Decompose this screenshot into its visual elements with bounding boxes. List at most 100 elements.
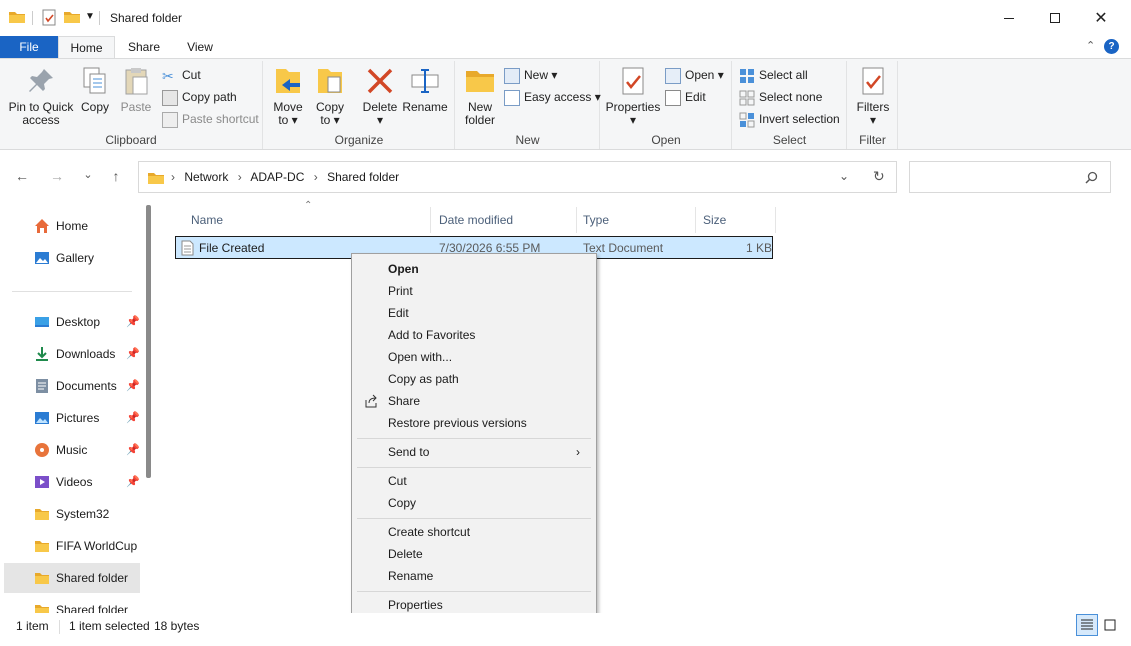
nav-item-shared-folder-2[interactable]: Shared folder	[4, 595, 140, 613]
pin-icon[interactable]: 📌	[126, 435, 140, 465]
search-box[interactable]	[909, 161, 1111, 193]
menu-item-open[interactable]: Open	[356, 258, 592, 280]
pin-icon[interactable]: 📌	[126, 307, 140, 337]
properties-quick-access-icon[interactable]	[41, 9, 57, 26]
nav-item-shared-folder[interactable]: Shared folder	[4, 563, 140, 593]
nav-item-music[interactable]: Music 📌	[4, 435, 140, 465]
scissors-icon: ✂	[162, 67, 174, 84]
edit-button[interactable]: Edit	[665, 87, 706, 107]
paste-button[interactable]: Paste	[118, 65, 154, 114]
clipboard-group-label: Clipboard	[105, 133, 157, 147]
forward-arrow-icon: →	[50, 168, 64, 184]
properties-button[interactable]: Properties ▾	[605, 65, 661, 127]
minimize-button[interactable]	[986, 0, 1032, 36]
customize-quick-access-icon[interactable]: ▼	[85, 11, 95, 22]
nav-item-documents[interactable]: Documents 📌	[4, 371, 140, 401]
pin-icon[interactable]: 📌	[126, 339, 140, 369]
collapse-ribbon-icon[interactable]: ⌃	[1086, 39, 1095, 52]
column-header-date[interactable]: Date modified	[434, 207, 577, 233]
pin-icon[interactable]: 📌	[126, 467, 140, 497]
help-icon[interactable]: ?	[1104, 39, 1119, 54]
nav-item-gallery[interactable]: Gallery	[4, 243, 140, 273]
up-button[interactable]: ↑	[106, 168, 126, 188]
menu-item-edit[interactable]: Edit	[356, 302, 592, 324]
divider	[32, 11, 33, 25]
new-item-button[interactable]: New ▾	[504, 65, 557, 85]
column-header-name[interactable]: Name	[186, 207, 431, 233]
back-button[interactable]: ←	[12, 168, 32, 188]
new-folder-quick-access-icon[interactable]	[63, 9, 81, 25]
nav-item-downloads[interactable]: Downloads 📌	[4, 339, 140, 369]
minimize-icon	[1004, 17, 1014, 19]
pin-icon[interactable]: 📌	[126, 371, 140, 401]
search-input[interactable]	[914, 166, 1074, 188]
column-header-type[interactable]: Type	[578, 207, 696, 233]
breadcrumb-network[interactable]: Network	[184, 170, 228, 184]
filters-button[interactable]: Filters ▾	[852, 65, 894, 127]
column-header-size[interactable]: Size	[698, 207, 776, 233]
large-icons-view-icon	[1104, 619, 1116, 631]
nav-item-label: Gallery	[56, 251, 95, 265]
move-to-icon	[276, 69, 300, 93]
nav-item-desktop[interactable]: Desktop 📌	[4, 307, 140, 337]
address-bar[interactable]: › Network › ADAP-DC › Shared folder ⌄ ↻	[138, 161, 897, 193]
address-dropdown-icon[interactable]: ⌄	[839, 169, 849, 183]
pin-to-quick-access-button[interactable]: Pin to Quick access	[6, 65, 76, 127]
tab-file[interactable]: File	[0, 36, 58, 58]
paste-shortcut-button[interactable]: Paste shortcut	[162, 109, 259, 129]
clipboard-group: Pin to Quick access Copy Paste ✂ Cut Copy…	[0, 61, 263, 149]
easy-access-button[interactable]: Easy access ▾	[504, 87, 601, 107]
menu-item-delete[interactable]: Delete	[356, 543, 592, 565]
delete-button[interactable]: Delete ▾	[360, 65, 400, 127]
copy-button[interactable]: Copy	[78, 65, 112, 114]
tab-share[interactable]: Share	[116, 36, 172, 58]
open-button[interactable]: Open ▾	[665, 65, 724, 85]
invert-selection-button[interactable]: Invert selection	[739, 109, 840, 129]
menu-item-restore-previous-versions[interactable]: Restore previous versions	[356, 412, 592, 434]
details-view-button[interactable]	[1076, 614, 1098, 636]
menu-item-copy-as-path[interactable]: Copy as path	[356, 368, 592, 390]
menu-item-open-with[interactable]: Open with...	[356, 346, 592, 368]
menu-item-print[interactable]: Print	[356, 280, 592, 302]
navigation-scrollbar[interactable]	[146, 205, 151, 478]
nav-item-pictures[interactable]: Pictures 📌	[4, 403, 140, 433]
folder-icon	[35, 541, 49, 552]
recent-locations-button[interactable]: ⌄	[78, 168, 98, 188]
refresh-icon[interactable]: ↻	[873, 168, 885, 185]
select-group-label: Select	[772, 133, 807, 147]
menu-item-share[interactable]: Share	[356, 390, 592, 412]
tab-home[interactable]: Home	[58, 36, 115, 59]
nav-item-home[interactable]: Home	[4, 211, 140, 241]
paste-shortcut-label: Paste shortcut	[182, 112, 259, 126]
tab-view[interactable]: View	[172, 36, 228, 58]
select-none-icon	[739, 90, 755, 106]
rename-button[interactable]: Rename	[402, 65, 448, 114]
select-all-button[interactable]: Select all	[739, 65, 808, 85]
menu-item-send-to[interactable]: Send to ›	[356, 441, 592, 463]
copy-to-button[interactable]: Copy to ▾	[312, 65, 348, 127]
menu-item-add-to-favorites[interactable]: Add to Favorites	[356, 324, 592, 346]
select-none-button[interactable]: Select none	[739, 87, 822, 107]
menu-item-create-shortcut[interactable]: Create shortcut	[356, 521, 592, 543]
nav-item-fifa-worldcup[interactable]: FIFA WorldCup	[4, 531, 140, 561]
breadcrumb-shared-folder[interactable]: Shared folder	[327, 170, 399, 184]
text-document-icon	[181, 240, 194, 256]
copy-path-button[interactable]: Copy path	[162, 87, 237, 107]
move-to-button[interactable]: Move to ▾	[270, 65, 306, 127]
file-name: File Created	[199, 241, 265, 255]
menu-item-rename[interactable]: Rename	[356, 565, 592, 587]
close-button[interactable]: ✕	[1078, 0, 1124, 36]
cut-button[interactable]: ✂ Cut	[162, 65, 201, 85]
nav-item-videos[interactable]: Videos 📌	[4, 467, 140, 497]
pin-icon[interactable]: 📌	[126, 403, 140, 433]
breadcrumb-adap-dc[interactable]: ADAP-DC	[250, 170, 304, 184]
nav-item-system32[interactable]: System32	[4, 499, 140, 529]
forward-button[interactable]: →	[47, 168, 67, 188]
menu-item-copy[interactable]: Copy	[356, 492, 592, 514]
menu-item-cut[interactable]: Cut	[356, 470, 592, 492]
new-folder-button[interactable]: New folder	[460, 65, 500, 127]
nav-item-label: Shared folder	[56, 571, 129, 585]
large-icons-view-button[interactable]	[1099, 614, 1121, 636]
maximize-button[interactable]	[1032, 0, 1078, 36]
chevron-right-icon: ›	[237, 170, 242, 184]
